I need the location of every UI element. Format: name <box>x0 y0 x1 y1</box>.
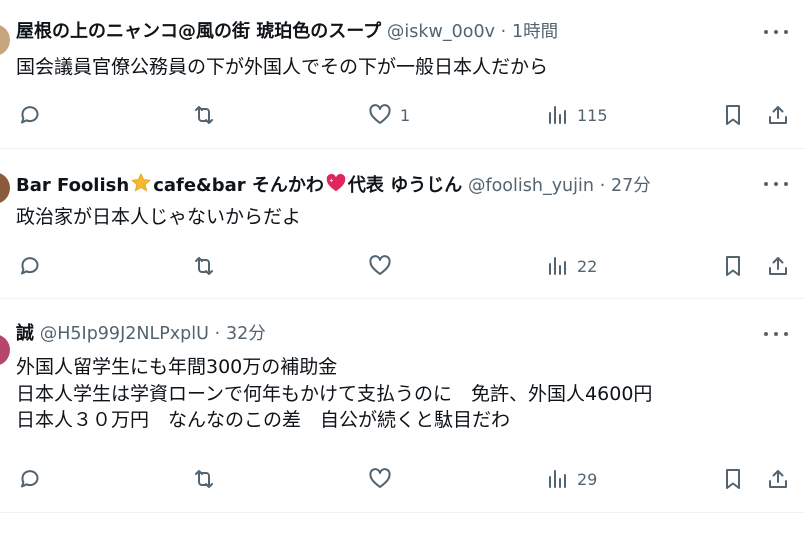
views-count: 115 <box>577 105 608 125</box>
timestamp[interactable]: 1時間 <box>512 22 558 42</box>
share-icon <box>769 257 787 275</box>
like-button[interactable] <box>368 464 392 494</box>
views-button[interactable]: 115 <box>545 100 608 130</box>
display-name[interactable]: 屋根の上のニャンコ@風の街 琥珀色のスープ <box>16 21 381 42</box>
meta-dot: · <box>599 176 606 196</box>
views-icon <box>549 257 566 275</box>
views-icon <box>549 470 566 488</box>
repost-button[interactable] <box>192 251 216 281</box>
timestamp[interactable]: 32分 <box>226 324 266 344</box>
meta-dot: · <box>214 324 221 344</box>
sparkling-heart-icon <box>326 173 346 192</box>
avatar[interactable] <box>0 334 10 366</box>
views-count: 22 <box>577 256 598 276</box>
repost-button[interactable] <box>192 100 216 130</box>
reply-button[interactable] <box>18 100 42 130</box>
divider <box>0 298 805 299</box>
like-button[interactable]: 1 <box>368 100 410 130</box>
timestamp[interactable]: 27分 <box>611 176 651 196</box>
bookmark-button[interactable] <box>721 251 745 281</box>
tweet-text-line: 外国人留学生にも年間300万の補助金 <box>16 356 338 378</box>
like-count: 1 <box>400 105 411 125</box>
bookmark-button[interactable] <box>721 100 745 130</box>
tweet-text-line: 日本人３０万円 なんなのこの差 自公が続くと駄目だわ <box>16 409 511 431</box>
reply-button[interactable] <box>18 464 42 494</box>
like-icon <box>369 104 391 124</box>
tweet-header: 屋根の上のニャンコ@風の街 琥珀色のスープ @iskw_0o0v · 1時間 <box>16 20 558 44</box>
display-name-part: Bar Foolish <box>16 175 130 196</box>
share-button[interactable] <box>766 100 790 130</box>
repost-button[interactable] <box>192 464 216 494</box>
handle[interactable]: @iskw_0o0v <box>387 22 495 42</box>
action-bar: 22 <box>0 251 805 281</box>
views-icon <box>549 106 566 124</box>
share-button[interactable] <box>766 251 790 281</box>
share-button[interactable] <box>766 464 790 494</box>
more-icon[interactable] <box>763 22 789 42</box>
display-name-part: cafe&bar そんかわ <box>153 175 324 196</box>
tweet-text-line: 国会議員官僚公務員の下が外国人でその下が一般日本人だから <box>16 56 549 78</box>
more-icon[interactable] <box>763 324 789 344</box>
divider <box>0 148 805 149</box>
display-name[interactable]: 誠 <box>16 323 34 344</box>
like-button[interactable] <box>368 251 392 281</box>
views-button[interactable]: 22 <box>545 251 597 281</box>
repost-icon <box>195 470 213 488</box>
bookmark-button[interactable] <box>721 464 745 494</box>
views-count: 29 <box>577 469 598 489</box>
handle[interactable]: @foolish_yujin <box>468 176 594 196</box>
reply-icon <box>21 257 39 275</box>
tweet-header: 誠 @H5Ip99J2NLPxplU · 32分 <box>16 322 266 346</box>
display-name[interactable]: Bar Foolish cafe&bar そんかわ 代表 ゆうじん <box>16 172 463 196</box>
views-button[interactable]: 29 <box>545 464 597 494</box>
more-icon[interactable] <box>763 174 789 194</box>
bookmark-icon <box>726 469 740 489</box>
tweet-text: 外国人留学生にも年間300万の補助金 日本人学生は学資ローンで何年もかけて支払う… <box>16 354 652 434</box>
share-icon <box>769 470 787 488</box>
tweet-text-line: 政治家が日本人じゃないからだよ <box>16 206 302 228</box>
star-icon <box>131 172 152 192</box>
like-icon <box>369 255 391 275</box>
action-bar: 29 <box>0 464 805 494</box>
reply-button[interactable] <box>18 251 42 281</box>
bookmark-icon <box>726 105 740 125</box>
reply-icon <box>21 470 39 488</box>
repost-icon <box>195 106 213 124</box>
meta-dot: · <box>500 22 507 42</box>
display-name-part: 代表 ゆうじん <box>347 175 463 196</box>
avatar[interactable] <box>0 172 10 204</box>
action-bar: 1 115 <box>0 100 805 130</box>
tweet-header: Bar Foolish cafe&bar そんかわ 代表 ゆうじん @foolish… <box>16 172 651 198</box>
handle[interactable]: @H5Ip99J2NLPxplU <box>40 324 209 344</box>
tweet-text: 国会議員官僚公務員の下が外国人でその下が一般日本人だから <box>16 54 548 81</box>
tweet-text-line: 日本人学生は学資ローンで何年もかけて支払うのに 免許、外国人4600円 <box>16 382 653 405</box>
like-icon <box>369 468 391 488</box>
avatar[interactable] <box>0 24 10 56</box>
divider <box>0 512 805 513</box>
repost-icon <box>195 257 213 275</box>
share-icon <box>769 106 787 124</box>
reply-icon <box>21 106 39 124</box>
tweet-text: 政治家が日本人じゃないからだよ <box>16 204 301 231</box>
bookmark-icon <box>726 256 740 276</box>
